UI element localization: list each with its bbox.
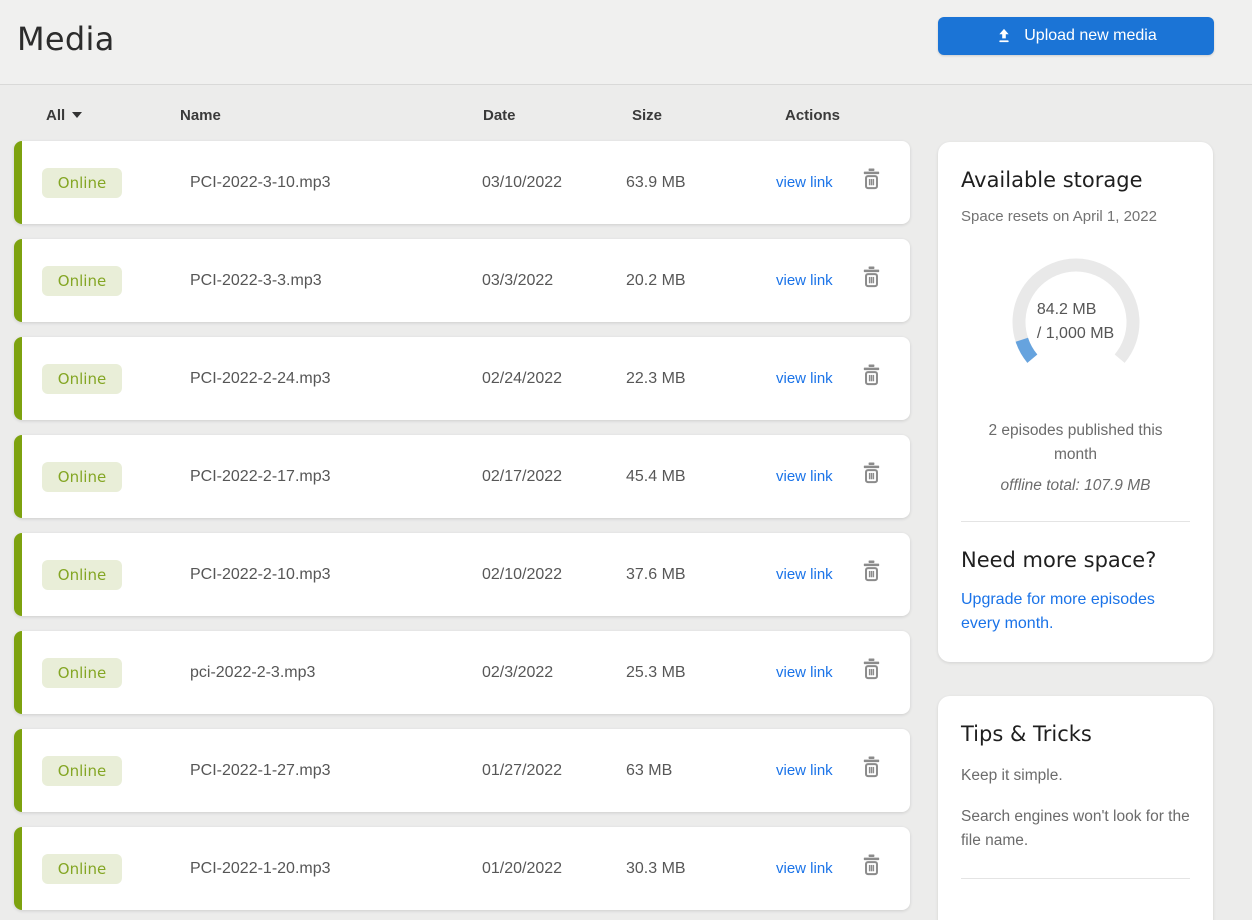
- page-header: Media Upload new media: [0, 0, 1252, 85]
- upgrade-link[interactable]: Upgrade for more episodes every month.: [961, 588, 1181, 636]
- table-row: Online pci-2022-2-3.mp3 02/3/2022 25.3 M…: [14, 631, 910, 714]
- status-badge: Online: [42, 461, 122, 492]
- tips-and-tricks-card: Tips & Tricks Keep it simple. Search eng…: [938, 696, 1213, 920]
- upload-icon: [995, 27, 1013, 45]
- upload-new-media-button[interactable]: Upload new media: [938, 17, 1214, 55]
- table-row: Online PCI-2022-1-20.mp3 01/20/2022 30.3…: [14, 827, 910, 910]
- file-date: 02/3/2022: [482, 663, 554, 681]
- view-link[interactable]: view link: [776, 860, 833, 877]
- table-row: Online PCI-2022-3-3.mp3 03/3/2022 20.2 M…: [14, 239, 910, 322]
- file-name: PCI-2022-3-10.mp3: [190, 173, 331, 191]
- view-link[interactable]: view link: [776, 664, 833, 681]
- page-title: Media: [17, 20, 115, 58]
- file-date: 01/27/2022: [482, 761, 563, 779]
- media-table: All Name Date Size Actions Online PCI-20…: [14, 103, 910, 920]
- trash-icon[interactable]: [860, 461, 883, 492]
- offline-total-note: offline total: 107.9 MB: [1000, 477, 1151, 495]
- trash-icon[interactable]: [860, 363, 883, 394]
- trash-icon[interactable]: [860, 167, 883, 198]
- file-date: 03/3/2022: [482, 271, 554, 289]
- file-size: 20.2 MB: [626, 271, 686, 289]
- filter-dropdown[interactable]: All: [46, 107, 83, 124]
- tips-card-divider: [961, 877, 1190, 879]
- available-storage-card: Available storage Space resets on April …: [938, 142, 1213, 663]
- status-badge: Online: [42, 853, 122, 884]
- upload-button-label: Upload new media: [1024, 27, 1157, 44]
- table-row: Online PCI-2022-1-27.mp3 01/27/2022 63 M…: [14, 729, 910, 812]
- status-badge: Online: [42, 363, 122, 394]
- status-badge: Online: [42, 559, 122, 590]
- table-row: Online PCI-2022-2-17.mp3 02/17/2022 45.4…: [14, 435, 910, 518]
- trash-icon[interactable]: [860, 265, 883, 296]
- storage-used: 84.2 MB: [1036, 301, 1097, 318]
- file-date: 03/10/2022: [482, 173, 563, 191]
- storage-card-divider: [961, 521, 1190, 523]
- status-badge: Online: [42, 265, 122, 296]
- table-header-row: All Name Date Size Actions: [14, 103, 910, 141]
- episodes-published-note: 2 episodes published this month: [988, 422, 1163, 464]
- chevron-down-icon: [72, 112, 83, 119]
- column-header-name: Name: [180, 107, 221, 124]
- storage-gauge: 84.2 MB / 1,000 MB: [1001, 247, 1151, 397]
- filter-selected-value: All: [46, 107, 66, 124]
- storage-title: Available storage: [961, 168, 1143, 192]
- file-name: PCI-2022-2-17.mp3: [190, 467, 331, 485]
- storage-total: / 1,000 MB: [1036, 325, 1115, 342]
- tip-item: Search engines won't look for the file n…: [961, 808, 1190, 849]
- file-size: 22.3 MB: [626, 369, 686, 387]
- file-date: 02/10/2022: [482, 565, 563, 583]
- file-date: 02/24/2022: [482, 369, 563, 387]
- file-size: 30.3 MB: [626, 859, 686, 877]
- file-size: 37.6 MB: [626, 565, 686, 583]
- table-row: Online PCI-2022-2-10.mp3 02/10/2022 37.6…: [14, 533, 910, 616]
- trash-icon[interactable]: [860, 559, 883, 590]
- file-size: 63 MB: [626, 761, 673, 779]
- column-header-size: Size: [632, 107, 663, 124]
- file-size: 63.9 MB: [626, 173, 686, 191]
- main-content: All Name Date Size Actions Online PCI-20…: [0, 85, 1252, 920]
- trash-icon[interactable]: [860, 853, 883, 884]
- file-name: pci-2022-2-3.mp3: [190, 663, 316, 681]
- view-link[interactable]: view link: [776, 174, 833, 191]
- file-size: 45.4 MB: [626, 467, 686, 485]
- view-link[interactable]: view link: [776, 468, 833, 485]
- file-date: 02/17/2022: [482, 467, 563, 485]
- file-name: PCI-2022-2-10.mp3: [190, 565, 331, 583]
- trash-icon[interactable]: [860, 755, 883, 786]
- table-row: Online PCI-2022-3-10.mp3 03/10/2022 63.9…: [14, 141, 910, 224]
- need-more-space-title: Need more space?: [961, 548, 1157, 573]
- tips-title: Tips & Tricks: [961, 722, 1092, 747]
- view-link[interactable]: view link: [776, 370, 833, 387]
- column-header-date: Date: [483, 107, 516, 124]
- view-link[interactable]: view link: [776, 762, 833, 779]
- status-badge: Online: [42, 657, 122, 688]
- file-name: PCI-2022-1-27.mp3: [190, 761, 331, 779]
- view-link[interactable]: view link: [776, 566, 833, 583]
- view-link[interactable]: view link: [776, 272, 833, 289]
- status-badge: Online: [42, 755, 122, 786]
- trash-icon[interactable]: [860, 657, 883, 688]
- sidebar: Available storage Space resets on April …: [938, 142, 1213, 920]
- file-date: 01/20/2022: [482, 859, 563, 877]
- column-header-actions: Actions: [785, 107, 841, 124]
- file-name: PCI-2022-1-20.mp3: [190, 859, 331, 877]
- table-row: Online PCI-2022-2-24.mp3 02/24/2022 22.3…: [14, 337, 910, 420]
- tip-item: Keep it simple.: [961, 767, 1063, 785]
- rows-container: Online PCI-2022-3-10.mp3 03/10/2022 63.9…: [14, 141, 910, 910]
- file-size: 25.3 MB: [626, 663, 686, 681]
- status-badge: Online: [42, 167, 122, 198]
- file-name: PCI-2022-3-3.mp3: [190, 271, 322, 289]
- storage-reset-note: Space resets on April 1, 2022: [961, 208, 1157, 225]
- file-name: PCI-2022-2-24.mp3: [190, 369, 331, 387]
- storage-gauge-label: 84.2 MB / 1,000 MB: [1001, 247, 1151, 397]
